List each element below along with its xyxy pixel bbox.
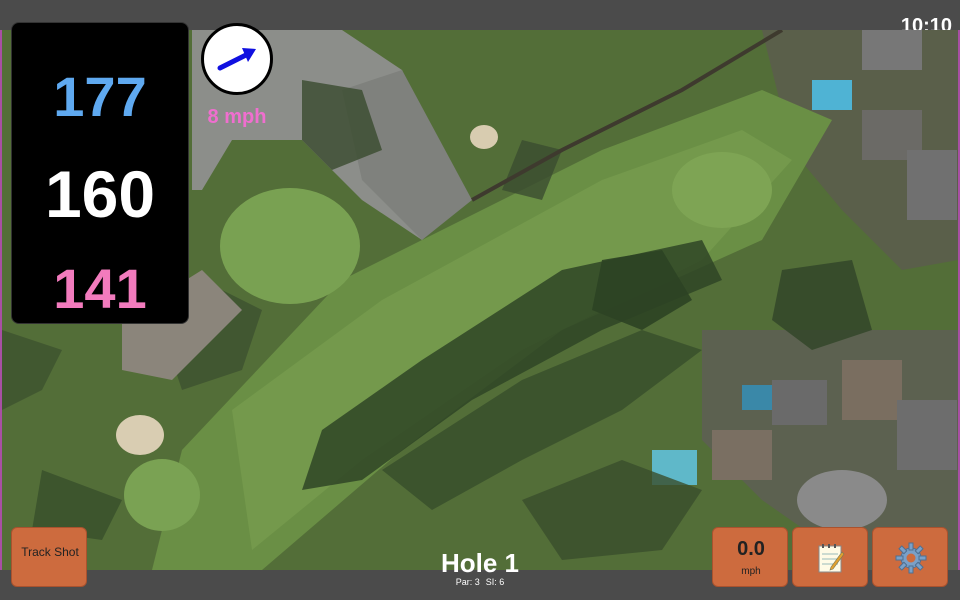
distance-panel: 177 160 141: [11, 22, 189, 324]
speed-button[interactable]: 0.0 mph: [712, 527, 788, 587]
front-green-distance: 141: [53, 257, 147, 320]
hole-info: Par: 3 SI: 6: [400, 577, 560, 588]
settings-button[interactable]: [872, 527, 948, 587]
wind-arrow-icon: [217, 48, 256, 71]
speed-unit: mph: [741, 566, 761, 577]
notepad-icon: [818, 544, 845, 573]
back-green-distance: 177: [53, 65, 147, 128]
hole-title: Hole 1: [440, 548, 520, 578]
speed-value: 0.0: [737, 538, 765, 560]
hole-stroke-index: SI: 6: [485, 577, 505, 587]
wind-direction-indicator: [201, 23, 273, 95]
track-shot-label: Track Shot: [21, 545, 79, 559]
middle-green-distance: 160: [44, 157, 156, 231]
wind-speed-label: 8 mph: [207, 106, 267, 128]
hole-par: Par: 3: [455, 577, 480, 587]
notes-button[interactable]: [792, 527, 868, 587]
gear-icon: [895, 542, 927, 574]
track-shot-button[interactable]: Track Shot: [11, 527, 87, 587]
